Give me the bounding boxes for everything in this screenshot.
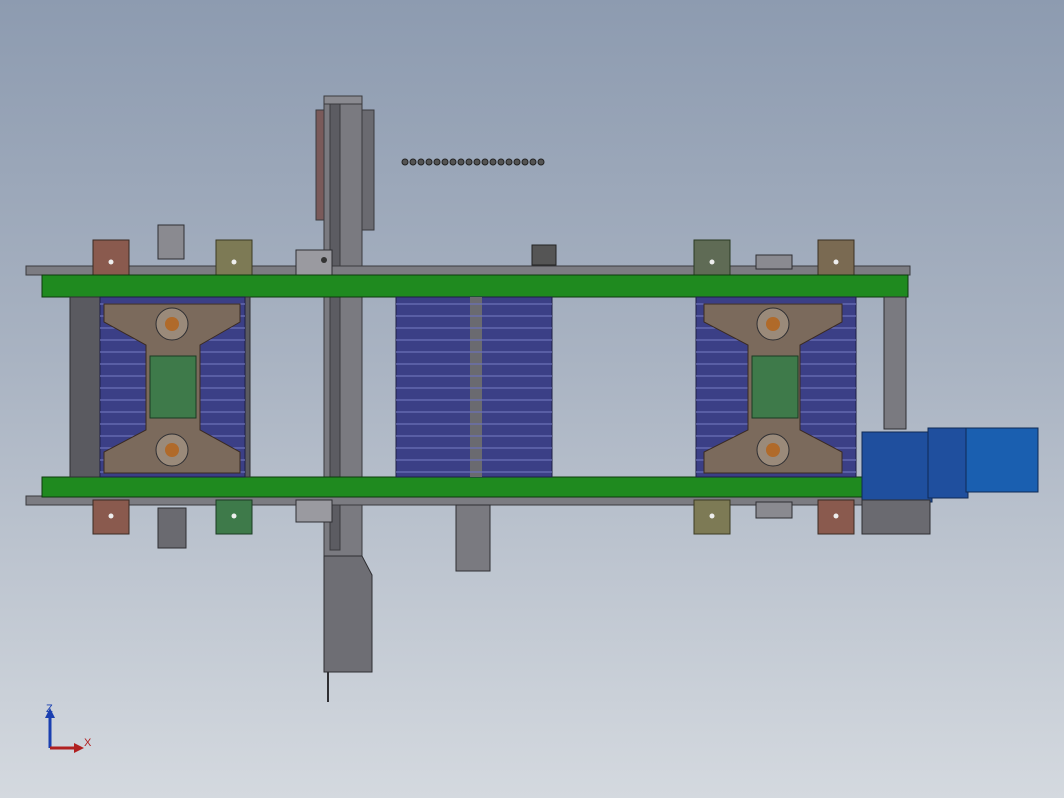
chain-link (521, 158, 529, 166)
coordinate-triad: Z X (45, 703, 92, 753)
chain-link (417, 158, 425, 166)
upper-conveyor-rail (41, 274, 909, 298)
chain-link (425, 158, 433, 166)
z-axis-label: Z (46, 703, 53, 715)
chain-link (505, 158, 513, 166)
chain-link (473, 158, 481, 166)
chain-segment (401, 158, 545, 166)
chain-link (513, 158, 521, 166)
lower-conveyor-rail (41, 476, 865, 498)
chain-link (449, 158, 457, 166)
chain-link (401, 158, 409, 166)
chain-link (529, 158, 537, 166)
chain-link (441, 158, 449, 166)
gear-motor[interactable] (861, 296, 1039, 535)
cad-viewport[interactable]: Z X (0, 0, 1064, 798)
chain-link (497, 158, 505, 166)
chain-link (481, 158, 489, 166)
assembly-drawing[interactable]: Z X (0, 0, 1064, 798)
x-axis-label: X (84, 737, 92, 749)
roller-section-middle (395, 296, 553, 478)
chain-link (409, 158, 417, 166)
chain-link (465, 158, 473, 166)
bottom-brackets (92, 499, 855, 572)
chain-link (433, 158, 441, 166)
vertical-linear-module[interactable] (315, 95, 375, 702)
chain-link (489, 158, 497, 166)
chain-link (537, 158, 545, 166)
chain-link (457, 158, 465, 166)
